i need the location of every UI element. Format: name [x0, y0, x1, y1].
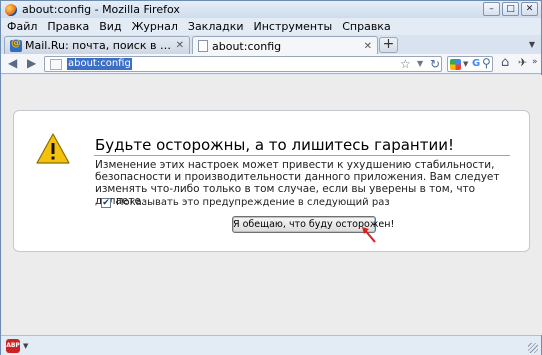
bookmark-star-icon[interactable]: ☆	[400, 57, 411, 71]
page-icon	[50, 59, 62, 70]
window-title: about:config - Mozilla Firefox	[22, 3, 180, 16]
firefox-icon	[5, 3, 17, 16]
search-engine-dropdown-icon[interactable]: ▼	[463, 60, 468, 68]
tab-mail-ru[interactable]: Mail.Ru: почта, поиск в интернете, но...…	[4, 36, 190, 54]
menu-file[interactable]: Файл	[1, 20, 42, 33]
warning-icon	[36, 133, 70, 164]
menu-history[interactable]: Журнал	[127, 20, 183, 33]
resize-grip[interactable]	[528, 343, 538, 353]
minimize-button[interactable]: –	[483, 2, 500, 16]
page-icon	[198, 40, 208, 52]
menu-view[interactable]: Вид	[94, 20, 126, 33]
warning-divider	[94, 155, 510, 156]
warning-title: Будьте осторожны, а то лишитесь гарантии…	[95, 136, 454, 154]
url-input[interactable]: about:config	[67, 58, 132, 70]
google-icon: G	[472, 58, 481, 69]
warning-panel: Будьте осторожны, а то лишитесь гарантии…	[13, 110, 530, 252]
url-history-dropdown-icon[interactable]: ▼	[417, 59, 423, 68]
close-button[interactable]: ✕	[521, 2, 538, 16]
tab-label: Mail.Ru: почта, поиск в интернете, но...	[25, 39, 172, 52]
adblock-dropdown-icon[interactable]: ▼	[23, 342, 28, 350]
menu-bookmarks[interactable]: Закладки	[183, 20, 249, 33]
title-bar[interactable]: about:config - Mozilla Firefox – □ ✕	[1, 1, 541, 18]
search-box[interactable]: ▼ G ⚲	[447, 56, 493, 72]
toolbar-overflow-icon[interactable]: »	[532, 57, 538, 67]
addon-icon[interactable]: ✈	[518, 56, 527, 69]
red-arrow-pointer-icon	[362, 227, 376, 243]
navigation-bar: ◀ ▶ about:config ☆ ▼ ↻ ▼ G ⚲ ⌂ ✈ »	[1, 54, 541, 74]
url-bar[interactable]: about:config ☆ ▼ ↻	[44, 56, 442, 72]
menu-help[interactable]: Справка	[337, 20, 395, 33]
menu-edit[interactable]: Правка	[42, 20, 94, 33]
menu-tools[interactable]: Инструменты	[249, 20, 338, 33]
adblock-plus-icon[interactable]: ABP	[6, 339, 20, 353]
search-icon[interactable]: ⚲	[482, 56, 491, 70]
tab-close-icon[interactable]: ✕	[172, 40, 184, 51]
menu-bar: Файл Правка Вид Журнал Закладки Инструме…	[1, 18, 541, 35]
mail-ru-icon	[10, 38, 22, 52]
browser-window: about:config - Mozilla Firefox – □ ✕ Фай…	[0, 0, 542, 355]
tab-label: about:config	[212, 39, 282, 53]
home-icon[interactable]: ⌂	[501, 55, 509, 70]
new-tab-button[interactable]: +	[379, 37, 398, 53]
show-warning-checkbox-label[interactable]: Показывать это предупреждение в следующи…	[116, 197, 390, 208]
tab-list-icon[interactable]: ▼	[525, 38, 539, 52]
show-warning-checkbox[interactable]: ✔	[101, 198, 111, 208]
back-button[interactable]: ◀	[8, 56, 17, 70]
tab-bar: Mail.Ru: почта, поиск в интернете, но...…	[1, 35, 541, 55]
search-engine-icon[interactable]	[450, 59, 461, 70]
reload-icon[interactable]: ↻	[430, 57, 440, 71]
status-bar: ABP ▼	[1, 335, 541, 355]
forward-button[interactable]: ▶	[27, 56, 36, 70]
maximize-button[interactable]: □	[502, 2, 519, 16]
page-content: Будьте осторожны, а то лишитесь гарантии…	[2, 75, 542, 335]
window-controls: – □ ✕	[483, 2, 538, 16]
promise-careful-button[interactable]: Я обещаю, что буду осторожен!	[232, 216, 394, 233]
tab-close-icon[interactable]: ✕	[360, 41, 372, 52]
tab-about-config[interactable]: about:config ✕	[192, 36, 378, 55]
